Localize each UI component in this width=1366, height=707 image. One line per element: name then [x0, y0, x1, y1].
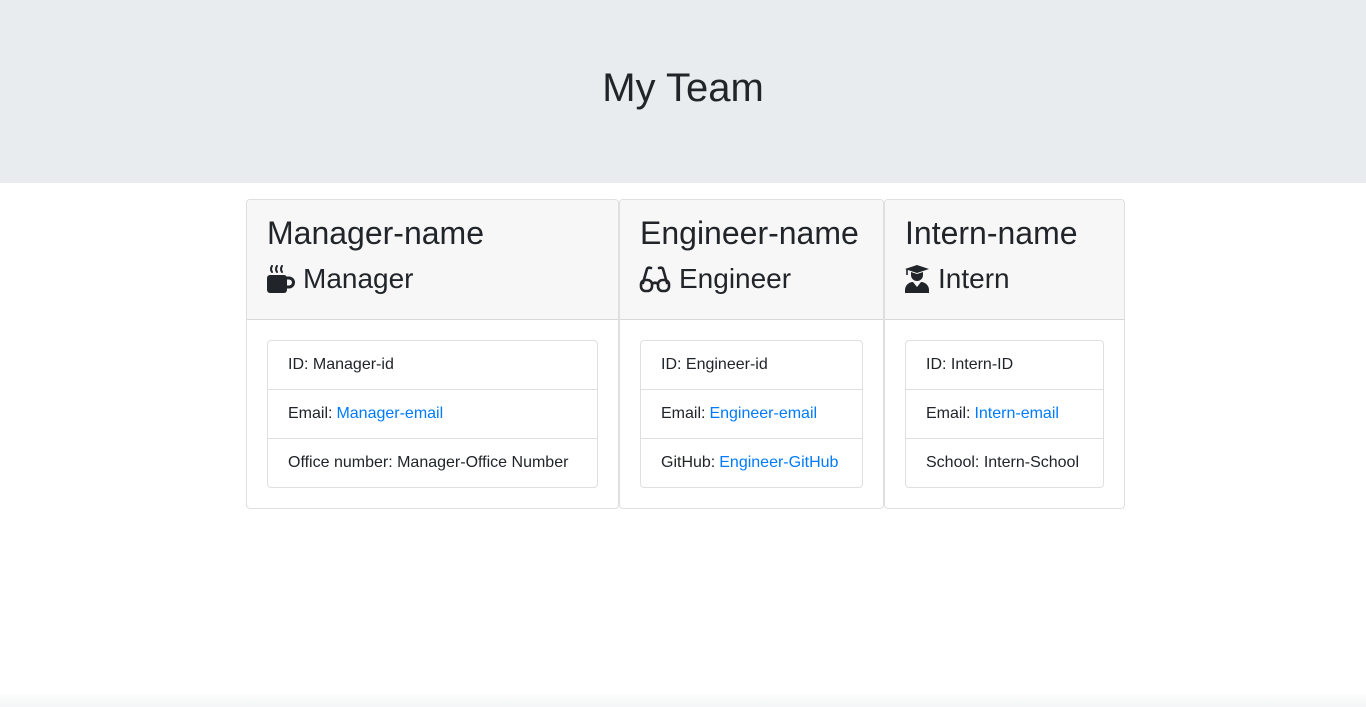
engineer-card-header: Engineer-name Engineer [620, 200, 883, 320]
intern-id-label: ID: [926, 356, 947, 373]
intern-card-header: Intern-name Intern [885, 200, 1124, 320]
intern-school-value: Intern-School [983, 454, 1079, 471]
engineer-id-label: ID: [661, 356, 682, 373]
page-title: My Team [602, 66, 764, 110]
intern-info-list: ID: Intern-ID Email: Intern-email School:… [905, 340, 1104, 488]
manager-card: Manager-name Manager ID: Manager-id Emai… [246, 199, 619, 509]
intern-name: Intern-name [905, 215, 1078, 251]
engineer-email-item: Email: Engineer-email [641, 390, 862, 439]
engineer-github-label: GitHub: [661, 454, 716, 471]
intern-email-item: Email: Intern-email [906, 390, 1103, 439]
intern-email-label: Email: [926, 405, 971, 422]
manager-role-label: Manager [303, 263, 414, 294]
glasses-icon [639, 265, 671, 294]
user-graduate-icon [904, 264, 930, 294]
engineer-github-item: GitHub: Engineer-GitHub [641, 439, 862, 487]
coffee-icon [266, 264, 295, 294]
manager-id-value: Manager-id [312, 356, 394, 373]
manager-email-link[interactable]: Manager-email [336, 405, 443, 423]
engineer-role: Engineer [639, 262, 791, 296]
engineer-id-value: Engineer-id [685, 356, 768, 373]
intern-id-value: Intern-ID [950, 356, 1014, 373]
engineer-id-item: ID: Engineer-id [641, 341, 862, 390]
intern-role-label: Intern [938, 263, 1010, 294]
manager-card-header: Manager-name Manager [247, 200, 618, 320]
manager-id-label: ID: [288, 356, 309, 373]
manager-role: Manager [266, 262, 414, 296]
intern-card: Intern-name Intern ID: Intern-ID Email: I… [884, 199, 1125, 509]
manager-email-label: Email: [288, 405, 333, 422]
intern-id-item: ID: Intern-ID [906, 341, 1103, 390]
header-jumbotron: My Team [0, 0, 1366, 183]
manager-id-item: ID: Manager-id [268, 341, 597, 390]
manager-info-list: ID: Manager-id Email: Manager-email Offic… [267, 340, 598, 488]
intern-school-label: School: [926, 454, 980, 471]
manager-office-value: Manager-Office Number [397, 454, 569, 471]
manager-office-item: Office number: Manager-Office Number [268, 439, 597, 487]
manager-email-item: Email: Manager-email [268, 390, 597, 439]
engineer-card: Engineer-name Engineer ID: Engineer-id E… [619, 199, 884, 509]
page-bottom-edge [0, 692, 1366, 707]
engineer-email-label: Email: [661, 405, 706, 422]
engineer-name: Engineer-name [640, 215, 859, 251]
intern-school-item: School: Intern-School [906, 439, 1103, 487]
intern-role: Intern [904, 262, 1010, 296]
engineer-email-link[interactable]: Engineer-email [709, 405, 817, 423]
engineer-github-link[interactable]: Engineer-GitHub [719, 454, 838, 472]
engineer-info-list: ID: Engineer-id Email: Engineer-email Git… [640, 340, 863, 488]
manager-office-label: Office number: [288, 454, 393, 471]
intern-email-link[interactable]: Intern-email [974, 405, 1058, 423]
engineer-role-label: Engineer [679, 263, 792, 294]
manager-name: Manager-name [267, 215, 484, 251]
